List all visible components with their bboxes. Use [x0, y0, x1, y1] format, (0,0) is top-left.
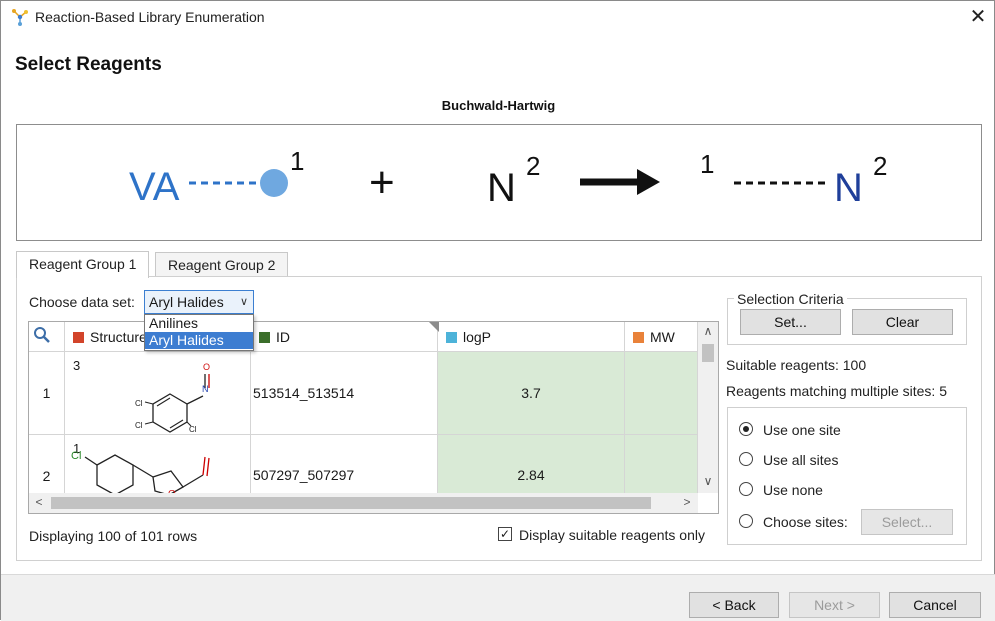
dataset-select[interactable]: Aryl Halides ∨ [144, 290, 254, 314]
dataset-option-anilines[interactable]: Anilines [145, 315, 253, 332]
table-corner[interactable] [29, 322, 65, 352]
dataset-option-aryl-halides[interactable]: Aryl Halides [145, 332, 253, 349]
vertical-scroll-thumb[interactable] [702, 344, 714, 362]
use-all-sites-radio[interactable] [739, 452, 753, 466]
column-label-mw: MW [650, 329, 675, 345]
scroll-right-icon[interactable]: > [677, 495, 697, 509]
column-label-logp: logP [463, 329, 492, 345]
reagents-table: Structure ID logP MW 1 3 N O Cl Cl Cl 51… [28, 321, 719, 514]
mw-cell[interactable] [625, 352, 698, 435]
use-all-sites-label: Use all sites [763, 452, 839, 468]
column-header-id[interactable]: ID [251, 322, 438, 352]
tab-reagent-group-2[interactable]: Reagent Group 2 [155, 252, 289, 277]
multiple-sites-count: Reagents matching multiple sites: 5 [726, 383, 947, 399]
tab-reagent-group-1[interactable]: Reagent Group 1 [16, 251, 150, 278]
reaction-arrow-head [637, 169, 660, 195]
suitable-only-label: Display suitable reagents only [519, 527, 705, 543]
sort-corner-icon [429, 322, 439, 332]
product-site1: 1 [700, 149, 714, 179]
atom-label: Cl [71, 450, 81, 462]
choose-sites-radio[interactable] [739, 514, 753, 528]
product-site2: 2 [873, 151, 887, 181]
column-label-id: ID [276, 329, 290, 345]
cancel-button[interactable]: Cancel [889, 592, 981, 618]
molecule-drawing: N O Cl Cl Cl [135, 362, 210, 434]
id-color-swatch [259, 332, 270, 343]
atom-label: O [203, 362, 210, 372]
clear-criteria-button[interactable]: Clear [852, 309, 953, 335]
selection-criteria-legend: Selection Criteria [734, 291, 847, 307]
attachment-point-icon [260, 169, 288, 197]
reaction-name: Buchwald-Hartwig [441, 98, 556, 113]
column-label-structure: Structure [90, 329, 147, 345]
id-cell[interactable]: 513514_513514 [251, 352, 438, 435]
use-one-site-label: Use one site [763, 422, 841, 438]
dialog-window: Reaction-Based Library Enumeration ✕ Sel… [0, 0, 995, 621]
use-none-label: Use none [763, 482, 823, 498]
select-sites-button[interactable]: Select... [861, 509, 953, 535]
back-button[interactable]: < Back [689, 592, 779, 618]
search-icon[interactable] [29, 322, 65, 352]
horizontal-scrollbar[interactable]: < > [29, 493, 698, 513]
chevron-down-icon: ∨ [239, 296, 248, 308]
reactant2-site: 2 [526, 151, 540, 181]
close-icon[interactable]: ✕ [964, 3, 992, 31]
logp-color-swatch [446, 332, 457, 343]
dataset-select-value: Aryl Halides [149, 294, 224, 310]
reaction-scheme: VA 1 + N 2 1 N 2 [16, 124, 982, 241]
next-button[interactable]: Next > [789, 592, 880, 618]
molecule-drawing: Cl O [71, 450, 210, 495]
suitable-only-checkbox[interactable]: ✓ [498, 527, 512, 541]
scroll-left-icon[interactable]: < [29, 495, 49, 509]
structure-cell[interactable]: 3 N O Cl Cl Cl [65, 352, 251, 435]
structure-color-swatch [73, 332, 84, 343]
plus-sign: + [369, 158, 395, 207]
suitable-reagents-count: Suitable reagents: 100 [726, 357, 867, 373]
reactant1-site: 1 [290, 146, 304, 176]
atom-label: N [202, 384, 209, 394]
reaction-app-icon [12, 9, 28, 26]
product-atom: N [834, 166, 863, 210]
page-title: Select Reagents [15, 54, 162, 75]
column-header-logp[interactable]: logP [438, 322, 625, 352]
reactant1-label: VA [129, 165, 180, 209]
vertical-scrollbar[interactable]: ∧ ∨ [698, 322, 718, 493]
atom-label: Cl [135, 399, 143, 408]
title-bar: Reaction-Based Library Enumeration ✕ [1, 1, 994, 33]
row-count-text: Displaying 100 of 101 rows [29, 528, 198, 544]
atom-label: Cl [135, 421, 143, 430]
mw-color-swatch [633, 332, 644, 343]
scroll-up-icon[interactable]: ∧ [698, 324, 718, 338]
reactant2-atom: N [487, 166, 516, 210]
dataset-dropdown: Anilines Aryl Halides [144, 314, 254, 351]
window-title: Reaction-Based Library Enumeration [35, 9, 265, 25]
column-header-mw[interactable]: MW [625, 322, 698, 352]
horizontal-scroll-thumb[interactable] [51, 497, 651, 509]
logp-cell[interactable]: 3.7 [438, 352, 625, 435]
use-one-site-radio[interactable] [739, 422, 753, 436]
structure-tag: 3 [73, 358, 81, 373]
choose-sites-label: Choose sites: [763, 514, 848, 530]
use-none-radio[interactable] [739, 482, 753, 496]
atom-label: Cl [189, 425, 197, 434]
row-index: 1 [29, 352, 65, 435]
dataset-label: Choose data set: [29, 294, 135, 310]
set-criteria-button[interactable]: Set... [740, 309, 841, 335]
reaction-diagram: VA 1 + N 2 1 N 2 [129, 146, 887, 210]
scroll-down-icon[interactable]: ∨ [698, 474, 718, 488]
